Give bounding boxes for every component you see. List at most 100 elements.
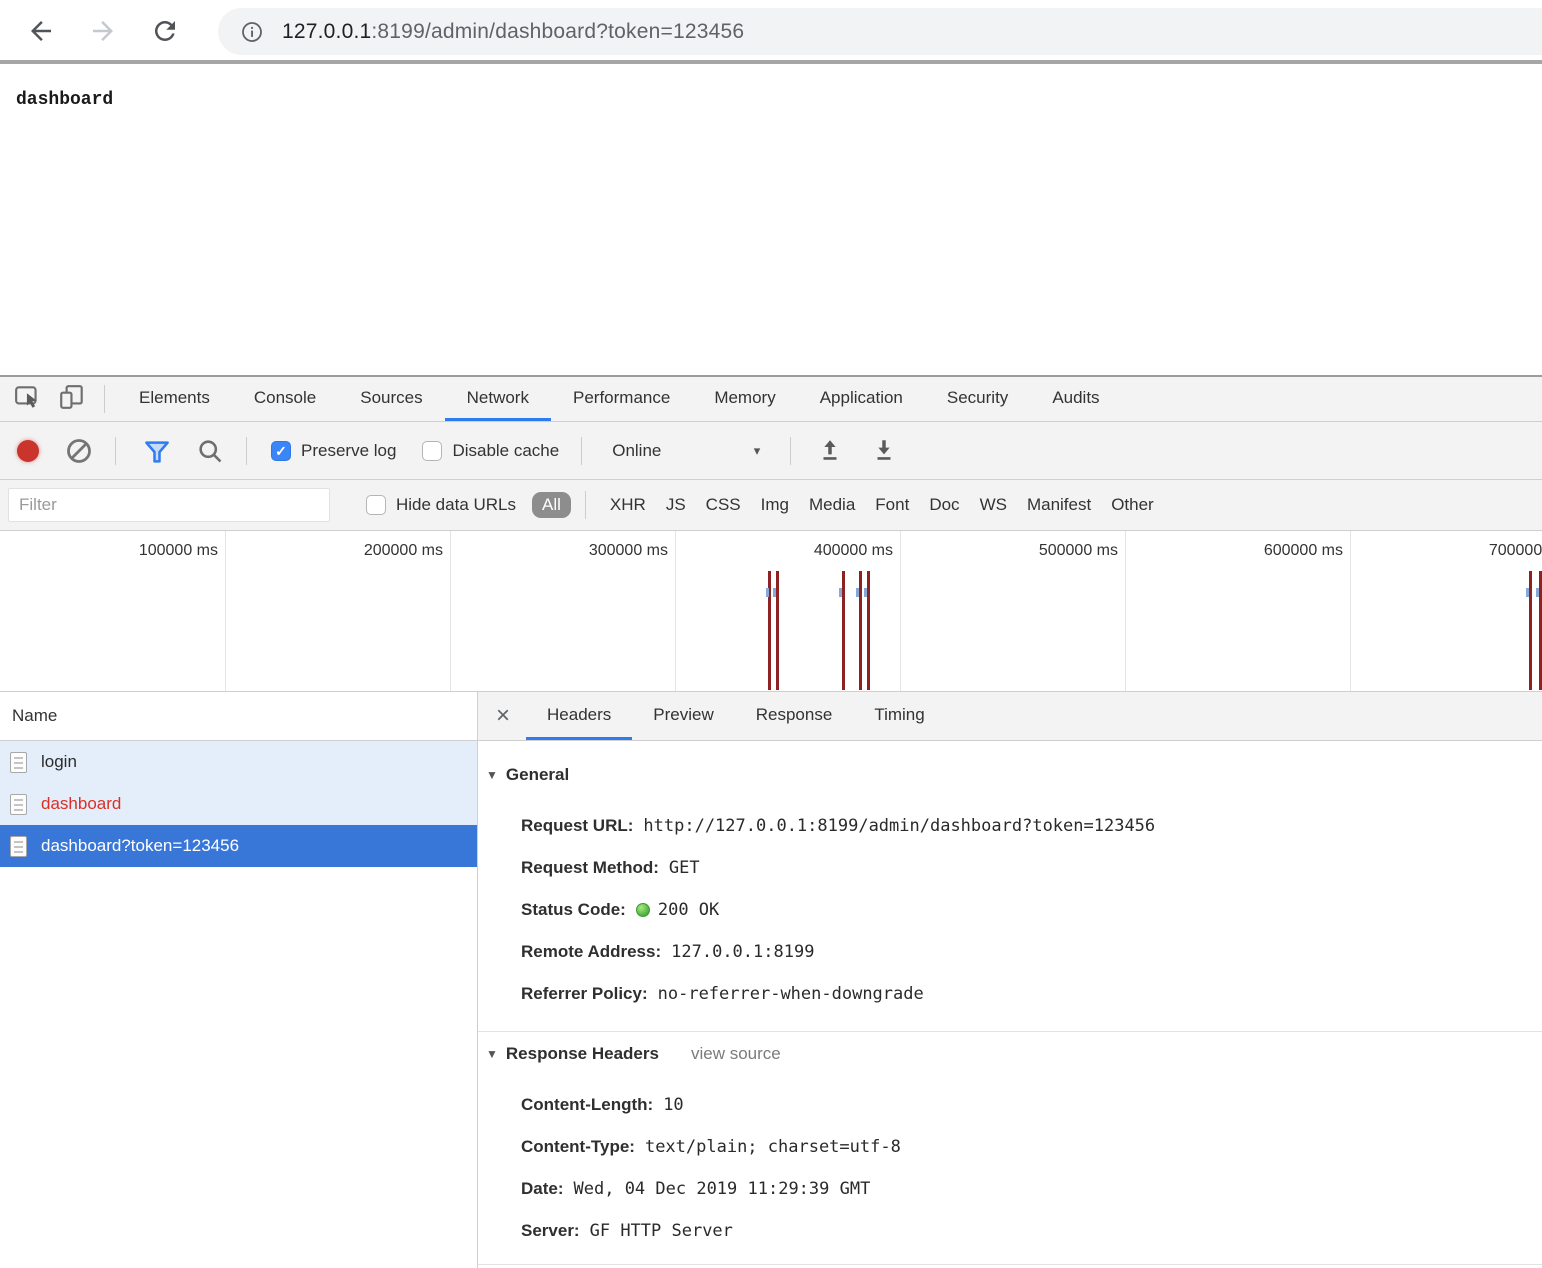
throttling-dropdown[interactable]: Online ▾ — [612, 441, 760, 461]
page-body-text: dashboard — [16, 90, 113, 110]
network-filter-bar: Hide data URLs All XHR JS CSS Img Media … — [0, 480, 1542, 531]
network-overview[interactable]: 100000 ms 200000 ms 300000 ms 400000 ms … — [0, 531, 1542, 692]
request-row-dashboard-token[interactable]: dashboard?token=123456 — [0, 825, 477, 867]
overview-tick-label: 700000 ms — [1489, 542, 1542, 560]
tab-elements[interactable]: Elements — [117, 377, 232, 421]
hide-data-urls-checkbox[interactable] — [366, 495, 386, 515]
filter-type-doc[interactable]: Doc — [929, 495, 959, 515]
general-section-header[interactable]: ▼ General — [478, 753, 1542, 797]
header-item-remote-address: Remote Address: 127.0.0.1:8199 — [521, 931, 1542, 973]
overview-tick-label: 600000 ms — [1264, 542, 1343, 560]
request-name: dashboard — [41, 794, 121, 814]
hide-data-urls-label: Hide data URLs — [396, 495, 516, 515]
search-icon — [196, 437, 224, 465]
document-icon — [10, 752, 27, 773]
search-button[interactable] — [196, 437, 224, 465]
page-info-icon[interactable] — [240, 20, 264, 44]
forward-button[interactable] — [88, 16, 118, 46]
upload-icon — [817, 437, 843, 463]
page-viewport: dashboard — [0, 64, 1542, 375]
overview-gridline — [675, 531, 676, 691]
filter-type-manifest[interactable]: Manifest — [1027, 495, 1091, 515]
tab-security[interactable]: Security — [925, 377, 1030, 421]
back-button[interactable] — [26, 16, 56, 46]
request-tick — [839, 588, 842, 597]
request-tick — [1526, 588, 1529, 597]
disable-cache-checkbox[interactable] — [422, 441, 442, 461]
request-tick — [766, 588, 769, 597]
request-details-pane: × Headers Preview Response Timing ▼ Gene… — [478, 692, 1542, 1268]
record-button[interactable] — [17, 440, 39, 462]
chevron-down-icon: ▾ — [754, 443, 761, 459]
overview-gridline — [1125, 531, 1126, 691]
view-source-link[interactable]: view source — [691, 1044, 781, 1064]
filter-type-media[interactable]: Media — [809, 495, 855, 515]
disable-cache-label: Disable cache — [452, 441, 559, 461]
header-item-status-code: Status Code: 200 OK — [521, 889, 1542, 931]
request-row-dashboard[interactable]: dashboard — [0, 783, 477, 825]
response-headers-section-header[interactable]: ▼ Response Headers view source — [478, 1032, 1542, 1076]
import-har-button[interactable] — [817, 437, 845, 465]
request-row-login[interactable]: login — [0, 741, 477, 783]
header-item-content-type: Content-Type: text/plain; charset=utf-8 — [521, 1126, 1542, 1168]
disclosure-triangle-icon: ▼ — [486, 768, 498, 782]
name-column-header[interactable]: Name — [0, 692, 477, 741]
overview-tick-label: 400000 ms — [814, 542, 893, 560]
address-bar[interactable]: 127.0.0.1:8199/admin/dashboard?token=123… — [218, 8, 1542, 55]
close-details-button[interactable]: × — [478, 692, 526, 740]
device-toolbar-icon — [58, 383, 86, 411]
devtools-tabbar: Elements Console Sources Network Perform… — [0, 377, 1542, 422]
back-arrow-icon — [26, 16, 56, 46]
reload-icon — [150, 16, 180, 46]
tab-timing[interactable]: Timing — [853, 692, 945, 740]
tab-audits[interactable]: Audits — [1030, 377, 1121, 421]
check-icon: ✓ — [275, 444, 287, 458]
filter-type-all[interactable]: All — [532, 492, 571, 518]
tab-preview[interactable]: Preview — [632, 692, 734, 740]
request-list-column: Name login dashboard dashboard?token=123… — [0, 692, 478, 1268]
network-main-area: Name login dashboard dashboard?token=123… — [0, 692, 1542, 1268]
preserve-log-checkbox[interactable]: ✓ — [271, 441, 291, 461]
divider — [115, 437, 116, 465]
overview-gridline — [450, 531, 451, 691]
tab-application[interactable]: Application — [798, 377, 925, 421]
inspect-cursor-icon — [14, 383, 42, 411]
filter-type-css[interactable]: CSS — [706, 495, 741, 515]
filter-toggle-button[interactable] — [142, 437, 170, 465]
filter-type-ws[interactable]: WS — [980, 495, 1007, 515]
section-divider — [478, 1264, 1542, 1265]
device-toolbar-button[interactable] — [58, 383, 88, 416]
header-item-request-url: Request URL: http://127.0.0.1:8199/admin… — [521, 805, 1542, 847]
overview-tick-label: 300000 ms — [589, 542, 668, 560]
header-item-content-length: Content-Length: 10 — [521, 1084, 1542, 1126]
export-har-button[interactable] — [871, 437, 899, 465]
network-toolbar: ✓ Preserve log Disable cache Online ▾ — [0, 422, 1542, 480]
tab-headers[interactable]: Headers — [526, 692, 632, 740]
filter-type-font[interactable]: Font — [875, 495, 909, 515]
tab-network[interactable]: Network — [445, 377, 551, 421]
tab-console[interactable]: Console — [232, 377, 338, 421]
url-text: 127.0.0.1:8199/admin/dashboard?token=123… — [282, 20, 744, 44]
divider — [585, 491, 586, 519]
tab-performance[interactable]: Performance — [551, 377, 692, 421]
overview-tick-label: 500000 ms — [1039, 542, 1118, 560]
clear-button[interactable] — [65, 437, 93, 465]
browser-toolbar: 127.0.0.1:8199/admin/dashboard?token=123… — [0, 0, 1542, 60]
filter-type-xhr[interactable]: XHR — [610, 495, 646, 515]
tab-memory[interactable]: Memory — [692, 377, 797, 421]
filter-type-img[interactable]: Img — [761, 495, 789, 515]
tab-sources[interactable]: Sources — [338, 377, 444, 421]
filter-type-js[interactable]: JS — [666, 495, 686, 515]
reload-button[interactable] — [150, 16, 180, 46]
inspect-element-button[interactable] — [14, 383, 44, 416]
download-icon — [871, 437, 897, 463]
filter-type-other[interactable]: Other — [1111, 495, 1154, 515]
filter-input[interactable] — [8, 488, 330, 522]
overview-tick-label: 200000 ms — [364, 542, 443, 560]
disclosure-triangle-icon: ▼ — [486, 1047, 498, 1061]
preserve-log-label: Preserve log — [301, 441, 396, 461]
tab-response[interactable]: Response — [735, 692, 854, 740]
document-icon — [10, 794, 27, 815]
request-name: dashboard?token=123456 — [41, 836, 239, 856]
divider — [790, 437, 791, 465]
